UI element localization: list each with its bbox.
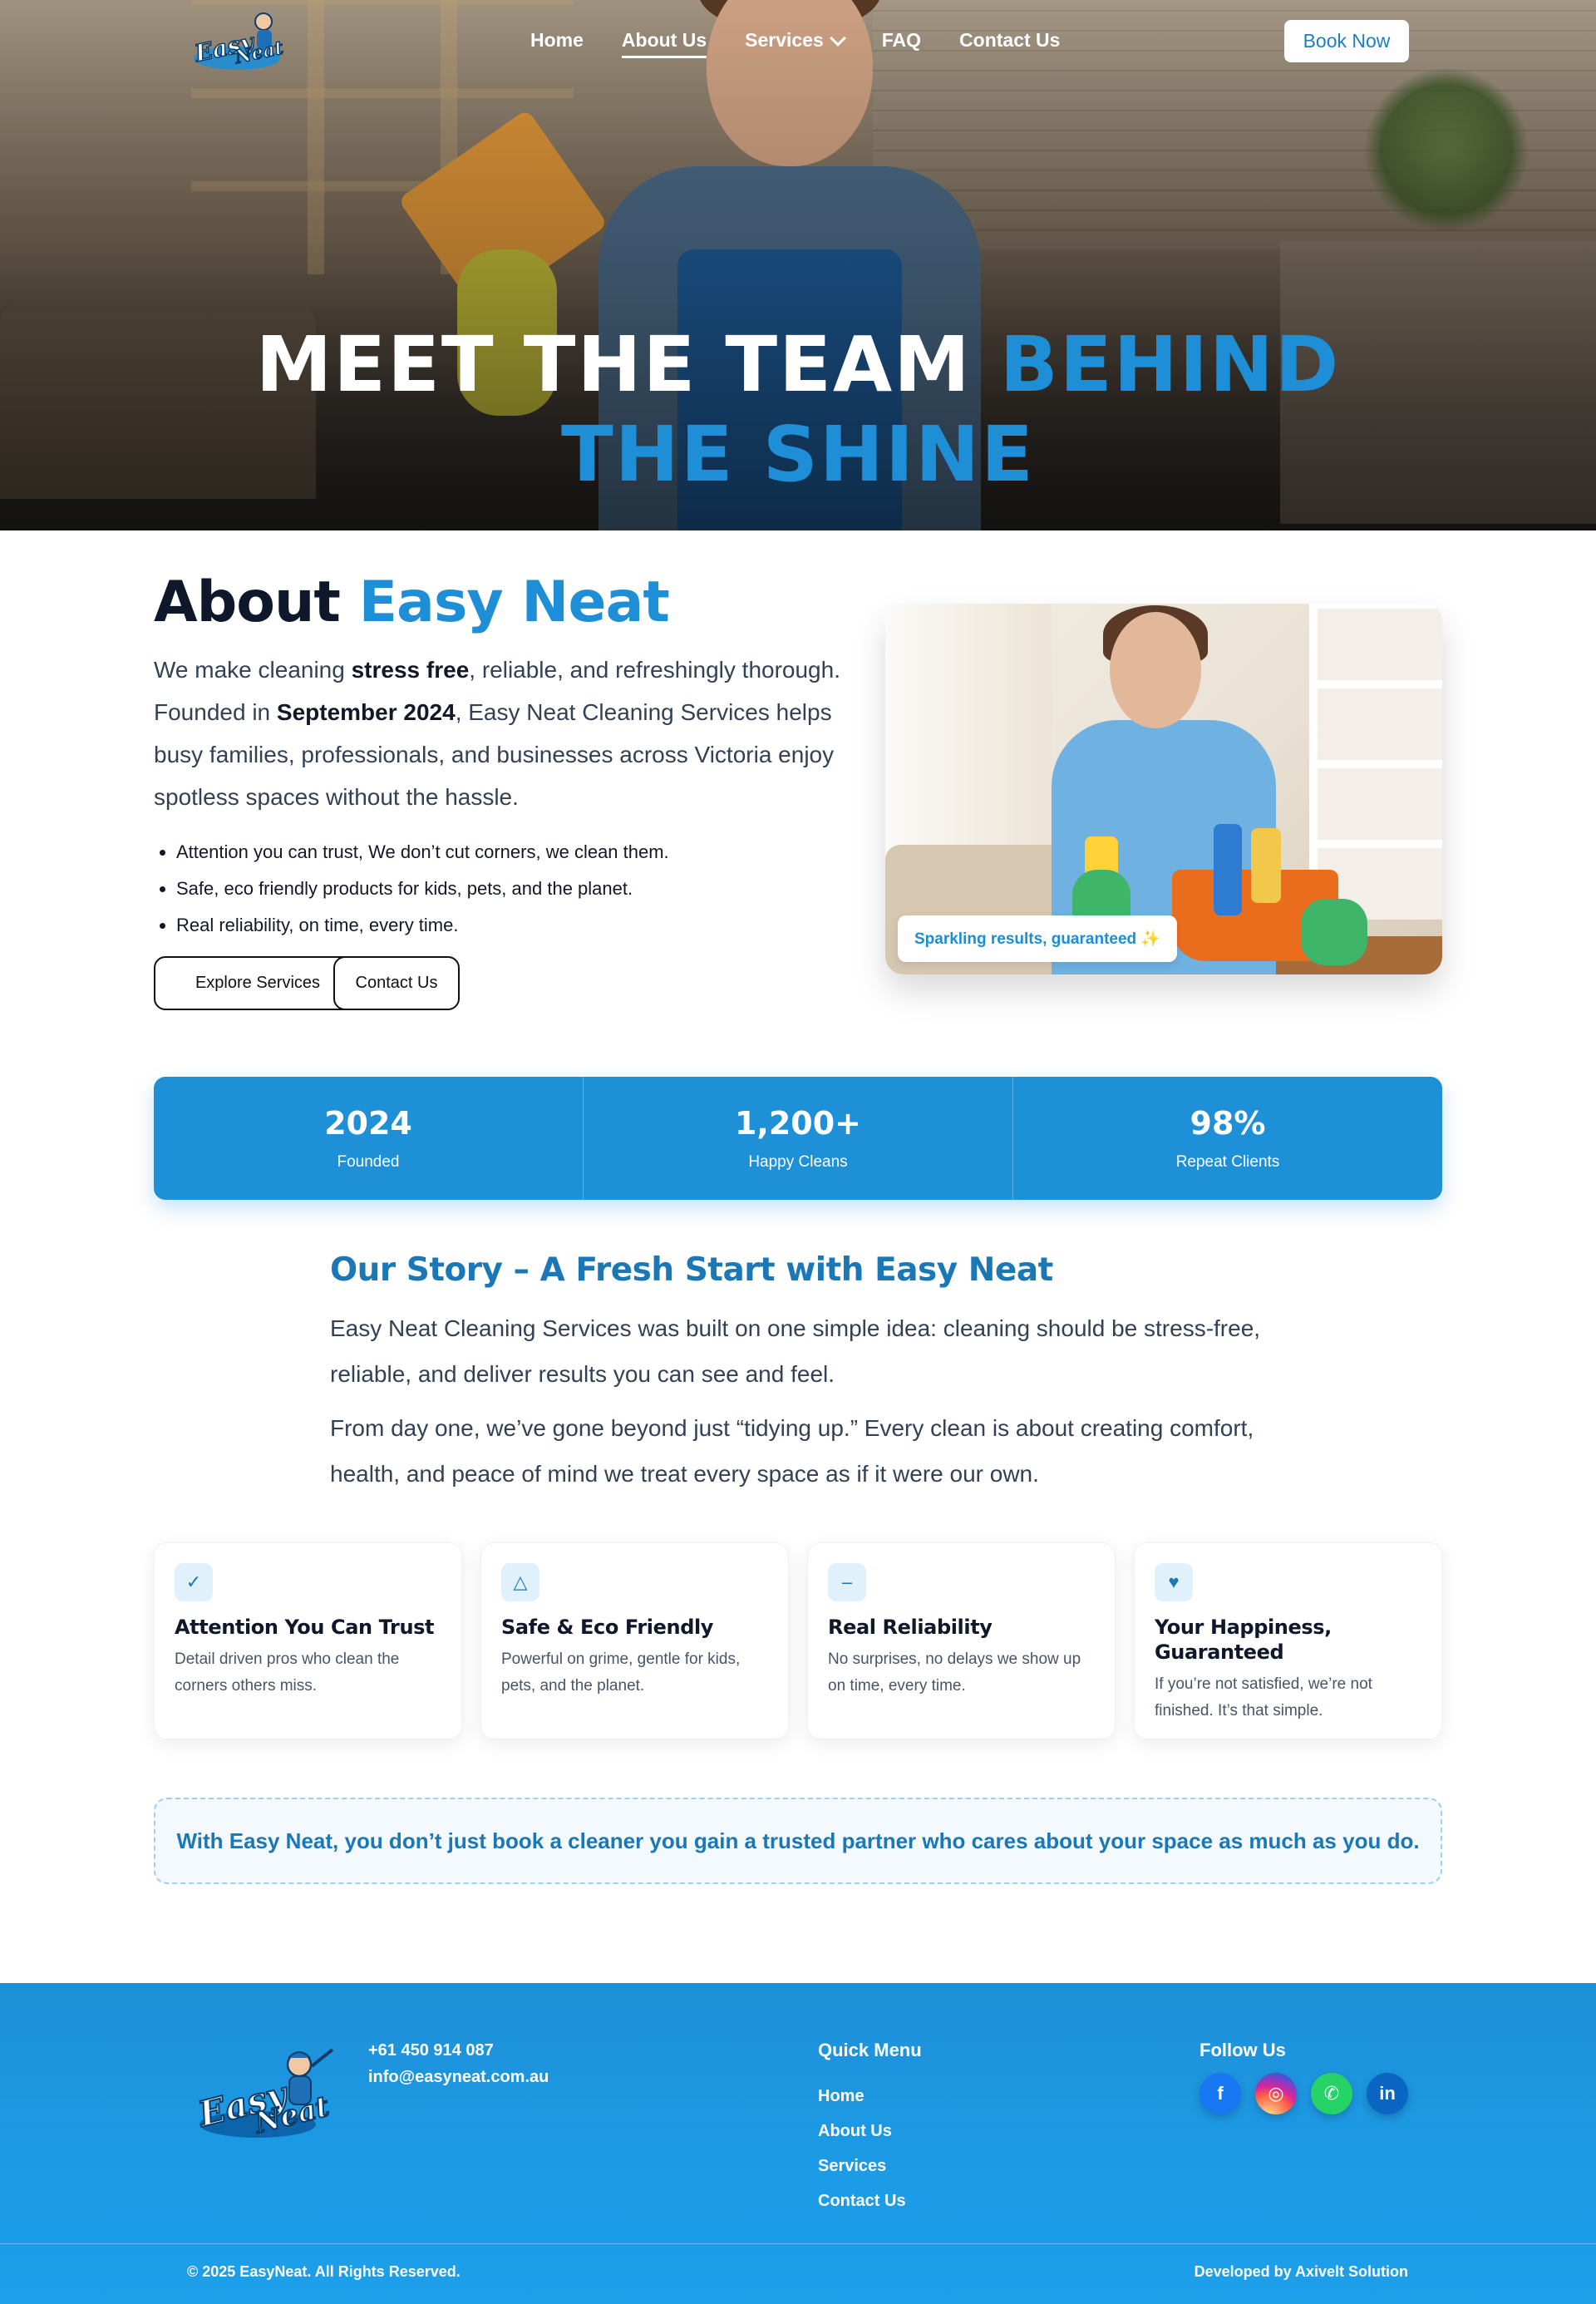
nav-home[interactable]: Home (530, 29, 584, 52)
feature-desc: No surprises, no delays we show up on ti… (828, 1650, 1081, 1695)
nav-services-label: Services (745, 29, 824, 51)
nav-contact-us[interactable]: Contact Us (959, 29, 1060, 52)
stat-label: Founded (337, 1153, 400, 1171)
footer-link-contact-us[interactable]: Contact Us (818, 2183, 906, 2218)
feature-desc: If you’re not satisfied, we’re not finis… (1155, 1675, 1372, 1719)
feature-desc: Detail driven pros who clean the corners… (175, 1650, 400, 1695)
hero-title: MEET THE TEAM BEHIND THE SHINE (166, 320, 1430, 500)
stat-value: 2024 (324, 1105, 412, 1142)
about-paragraph: We make cleaning stress free, reliable, … (154, 649, 844, 818)
book-now-button[interactable]: Book Now (1284, 20, 1409, 62)
list-item: Safe, eco friendly products for kids, pe… (176, 871, 841, 907)
footer-follow-heading: Follow Us (1199, 2040, 1286, 2060)
facebook-icon[interactable]: f (1199, 2073, 1241, 2114)
linkedin-icon[interactable]: in (1367, 2073, 1408, 2114)
feature-title: Real Reliability (828, 1616, 993, 1639)
footer-link-home[interactable]: Home (818, 2079, 906, 2114)
stat-repeat-clients: 98% Repeat Clients (1013, 1077, 1442, 1200)
instagram-icon[interactable]: ◎ (1255, 2073, 1297, 2114)
main-nav: Easy Neat Home About Us Services FAQ Con… (0, 0, 1596, 83)
story-paragraph-2: From day one, we’ve gone beyond just “ti… (330, 1415, 1254, 1487)
stat-value: 98% (1190, 1105, 1266, 1142)
feature-card: ♥ Your Happiness, Guaranteed If you’re n… (1134, 1542, 1442, 1739)
nav-faq[interactable]: FAQ (882, 29, 921, 52)
story-paragraph-1: Easy Neat Cleaning Services was built on… (330, 1315, 1261, 1387)
footer-menu-heading: Quick Menu (818, 2040, 922, 2060)
site-logo[interactable]: Easy Neat (187, 7, 287, 76)
site-footer: Easy Neat +61 450 914 087 info@easyneat.… (0, 1983, 1596, 2304)
footer-link-services[interactable]: Services (818, 2149, 906, 2183)
footer-email[interactable]: info@easyneat.com.au (368, 2068, 549, 2087)
footer-phone[interactable]: +61 450 914 087 (368, 2041, 494, 2060)
stat-happy-cleans: 1,200+ Happy Cleans (584, 1077, 1013, 1200)
feature-title: Your Happiness, Guaranteed (1155, 1616, 1332, 1664)
feature-desc: Powerful on grime, gentle for kids, pets… (501, 1650, 741, 1695)
feature-card: – Real Reliability No surprises, no dela… (807, 1542, 1116, 1739)
nav-about-us[interactable]: About Us (621, 29, 707, 58)
triangle-icon: △ (501, 1563, 539, 1601)
footer-divider (0, 2243, 1596, 2244)
hero-section: Easy Neat Home About Us Services FAQ Con… (0, 0, 1596, 530)
footer-developer-credit[interactable]: Developed by Axivelt Solution (1195, 2263, 1408, 2281)
image-badge: Sparkling results, guaranteed ✨ (898, 915, 1178, 962)
callout-banner: With Easy Neat, you don’t just book a cl… (154, 1798, 1442, 1884)
about-team-image: Sparkling results, guaranteed ✨ (885, 604, 1442, 974)
explore-services-button[interactable]: Explore Services (154, 956, 362, 1010)
about-text-1: We make cleaning (154, 657, 352, 683)
about-bold-2: September 2024 (276, 699, 456, 725)
feature-title: Attention You Can Trust (175, 1616, 435, 1639)
chevron-down-icon (829, 29, 846, 47)
nav-services[interactable]: Services (745, 29, 846, 52)
about-heading-accent: Easy Neat (358, 570, 670, 635)
story-heading: Our Story – A Fresh Start with Easy Neat (330, 1251, 1053, 1289)
list-item: Real reliability, on time, every time. (176, 907, 841, 944)
whatsapp-icon[interactable]: ✆ (1311, 2073, 1352, 2114)
about-heading-main: About (154, 570, 359, 635)
stat-founded: 2024 Founded (154, 1077, 584, 1200)
social-links: f ◎ ✆ in (1199, 2073, 1408, 2114)
footer-link-about-us[interactable]: About Us (818, 2114, 906, 2149)
stat-label: Happy Cleans (748, 1153, 848, 1171)
stat-value: 1,200+ (734, 1105, 862, 1142)
features-grid: ✓ Attention You Can Trust Detail driven … (154, 1542, 1442, 1739)
feature-card: ✓ Attention You Can Trust Detail driven … (154, 1542, 462, 1739)
about-bold-1: stress free (351, 657, 470, 683)
contact-us-button[interactable]: Contact Us (333, 956, 460, 1010)
stat-label: Repeat Clients (1175, 1153, 1280, 1171)
about-bullets: Attention you can trust, We don’t cut co… (176, 834, 841, 944)
heart-icon: ♥ (1155, 1563, 1193, 1601)
footer-logo[interactable]: Easy Neat (187, 2041, 337, 2149)
about-heading: About Easy Neat (154, 570, 670, 635)
list-item: Attention you can trust, We don’t cut co… (176, 834, 841, 871)
check-icon: ✓ (175, 1563, 213, 1601)
feature-title: Safe & Eco Friendly (501, 1616, 714, 1639)
feature-card: △ Safe & Eco Friendly Powerful on grime,… (480, 1542, 789, 1739)
stats-bar: 2024 Founded 1,200+ Happy Cleans 98% Rep… (154, 1077, 1442, 1200)
hero-title-main: MEET THE TEAM (255, 320, 1000, 409)
minus-icon: – (828, 1563, 866, 1601)
footer-menu: Home About Us Services Contact Us (818, 2079, 906, 2218)
footer-copyright: © 2025 EasyNeat. All Rights Reserved. (187, 2263, 461, 2280)
